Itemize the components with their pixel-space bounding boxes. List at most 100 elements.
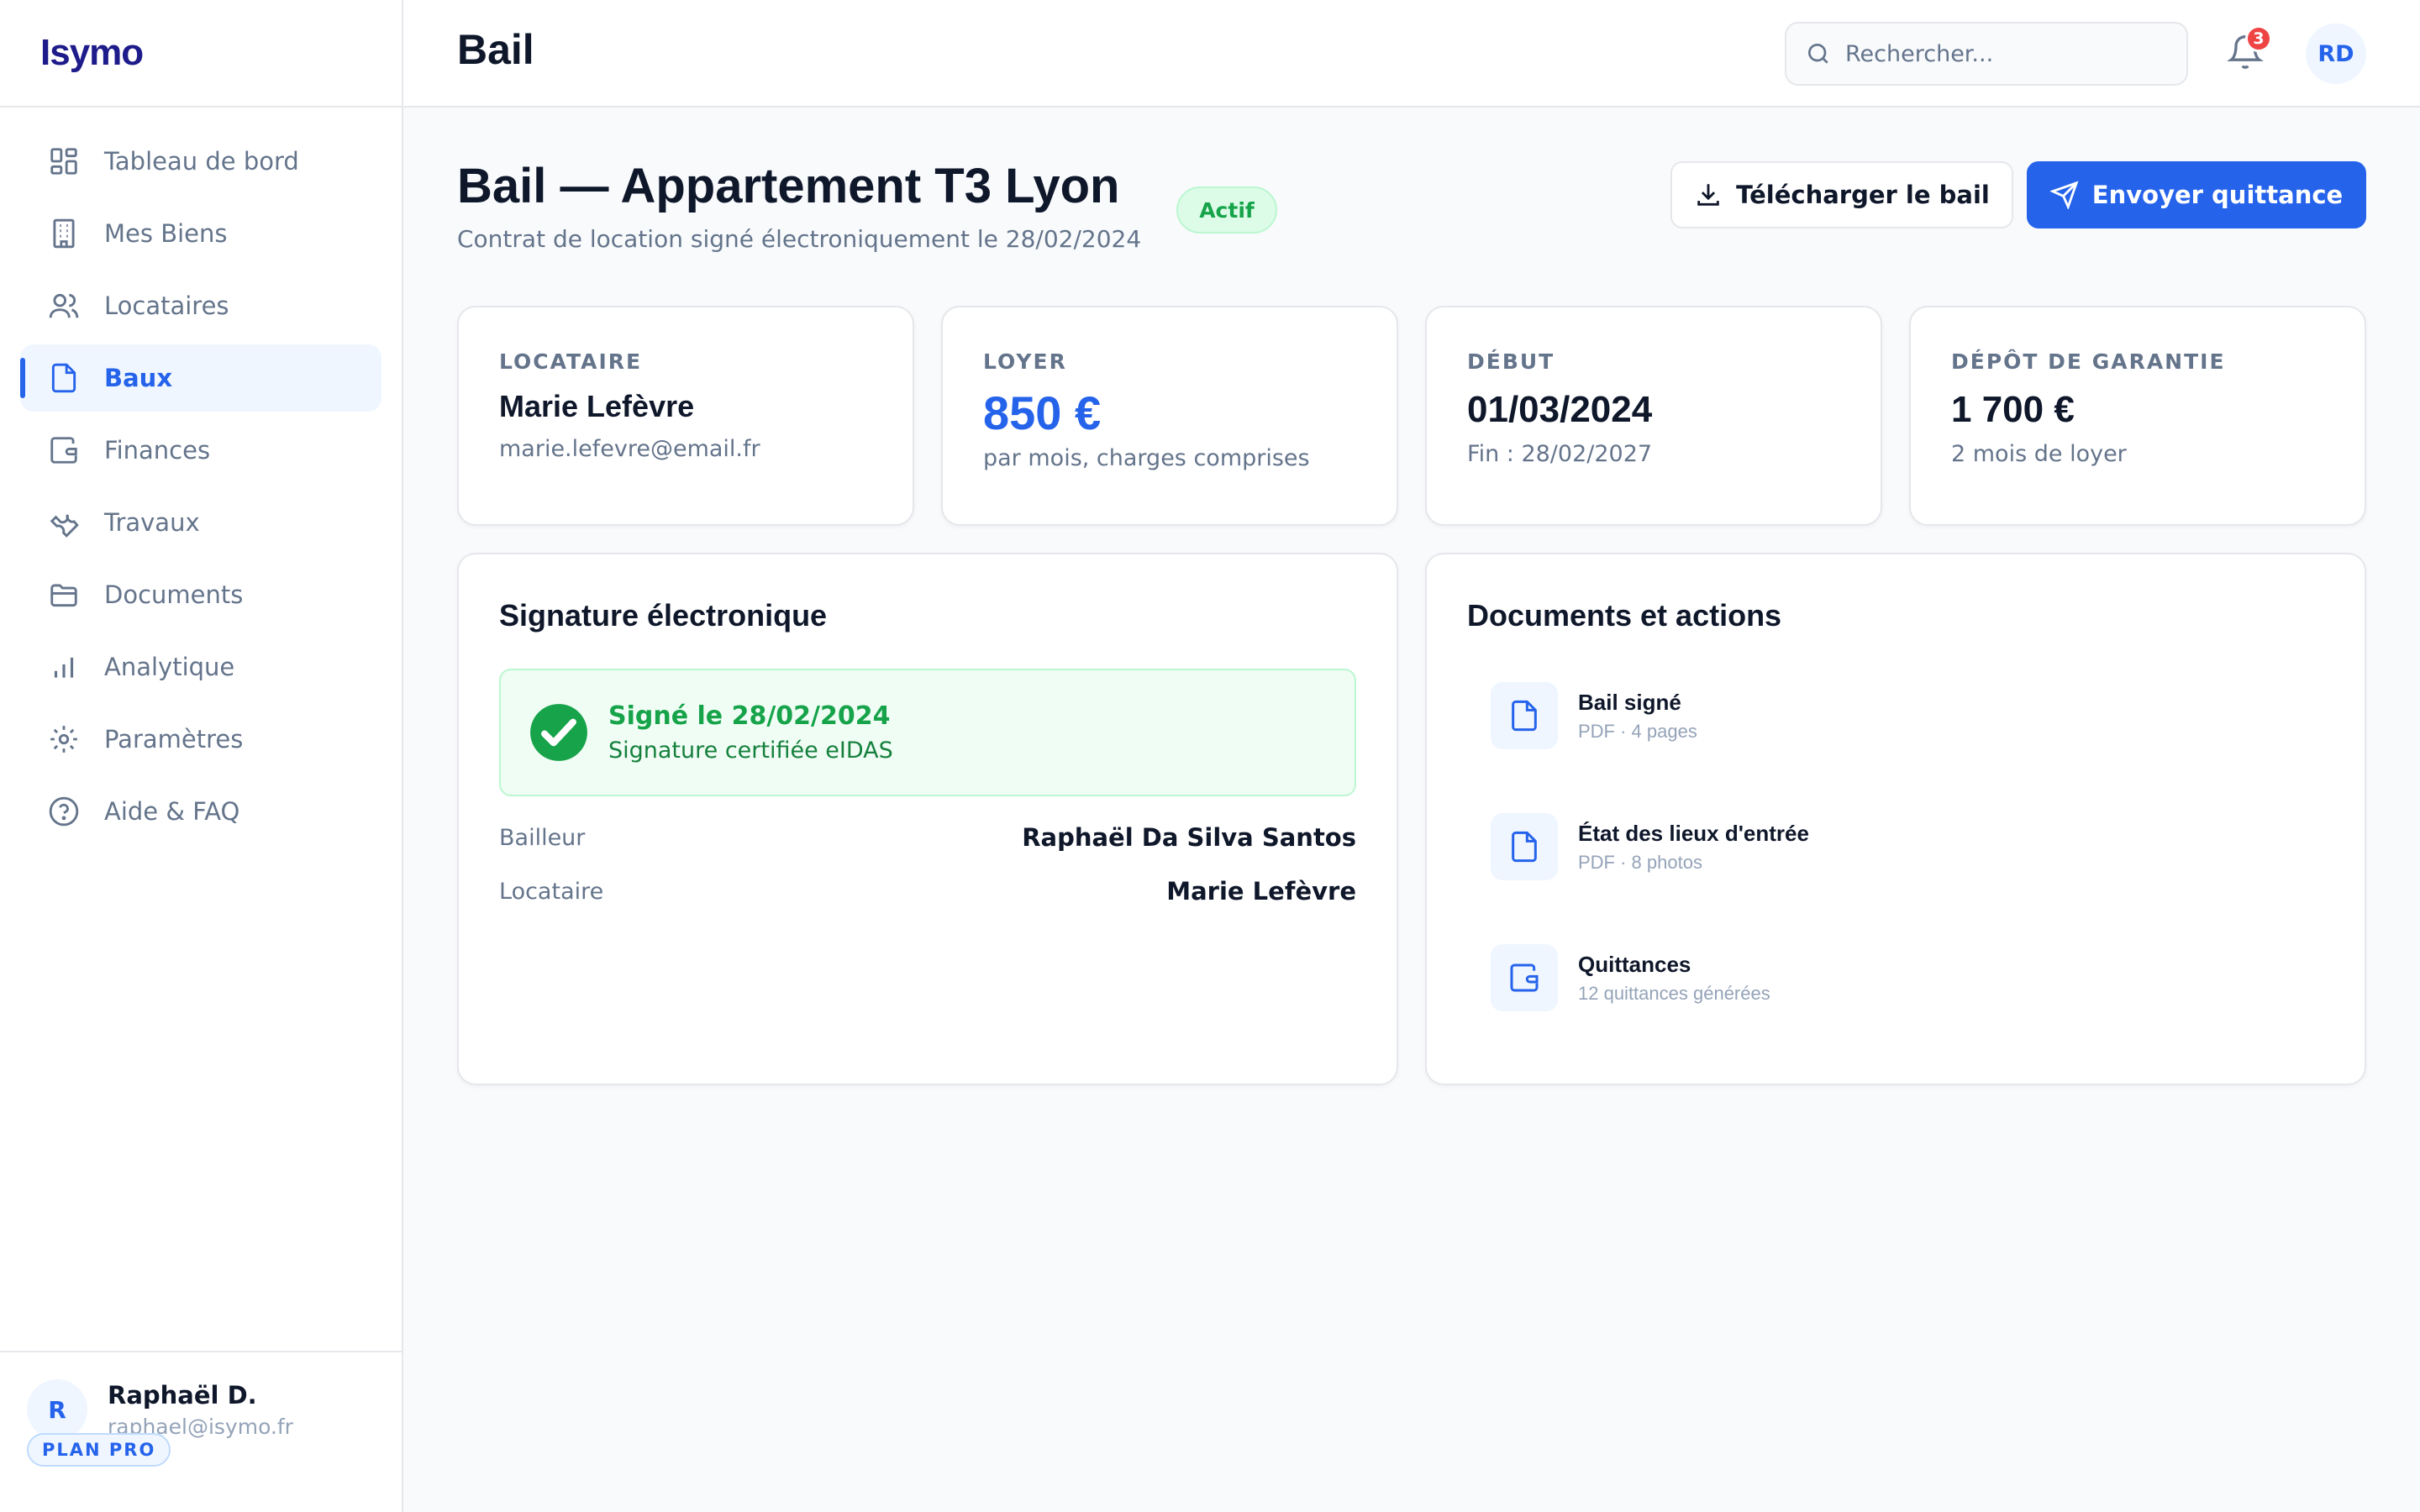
document-meta: 12 quittances générées (1578, 982, 1770, 1004)
sidebar-item-label: Travaux (104, 508, 200, 537)
document-name: Bail signé (1578, 689, 1681, 715)
party-value: Raphaël Da Silva Santos (1022, 823, 1356, 852)
stat-label: DÉPÔT DE GARANTIE (1951, 349, 2226, 374)
avatar: R (27, 1379, 87, 1440)
document-meta: PDF · 4 pages (1578, 720, 1697, 742)
gear-icon (47, 722, 81, 756)
sidebar-item-finances[interactable]: Finances (20, 417, 381, 484)
file-icon (47, 361, 81, 395)
panel-title: Signature électronique (499, 598, 828, 633)
document-name: État des lieux d'entrée (1578, 820, 1809, 846)
notification-count-badge: 3 (2245, 25, 2272, 52)
sidebar-item-label: Finances (104, 436, 211, 465)
topbar: Bail 3 RD (403, 0, 2420, 108)
sidebar-item-tableau-de-bord[interactable]: Tableau de bord (20, 128, 381, 195)
avatar[interactable]: RD (2306, 24, 2366, 84)
signature-status-text: Signé le 28/02/2024 Signature certifiée … (608, 701, 893, 764)
sidebar-nav: Tableau de bord Mes Biens Locataires Bau… (0, 108, 402, 845)
sidebar-item-baux[interactable]: Baux (20, 344, 381, 412)
sidebar-item-parametres[interactable]: Paramètres (20, 706, 381, 773)
document-text: État des lieux d'entrée PDF · 8 photos (1578, 821, 1809, 874)
sidebar-item-aide-faq[interactable]: Aide & FAQ (20, 778, 381, 845)
document-list: Bail signé PDF · 4 pages État des lieux … (1467, 664, 2324, 1030)
sidebar-item-label: Tableau de bord (104, 147, 299, 176)
deposit-value: 1 700 € (1951, 389, 2075, 430)
sidebar-item-label: Baux (104, 364, 173, 392)
signature-panel: Signature électronique Signé le 28/02/20… (457, 553, 1398, 1085)
app-root: Isymo Tableau de bord Mes Biens Locatair… (0, 0, 2420, 1512)
sidebar-item-label: Locataires (104, 291, 229, 320)
plan-badge: PLAN PRO (27, 1433, 171, 1467)
send-receipt-label: Envoyer quittance (2091, 181, 2344, 209)
end-date-sub: Fin : 28/02/2027 (1467, 441, 1653, 467)
user-name: Raphaël D. (108, 1380, 257, 1410)
document-name: Quittances (1578, 951, 1691, 977)
lease-subtitle: Contrat de location signé électroniqueme… (457, 225, 1142, 253)
document-meta: PDF · 8 photos (1578, 851, 1702, 873)
list-item[interactable]: Bail signé PDF · 4 pages (1491, 664, 2324, 768)
party-value: Marie Lefèvre (1166, 877, 1356, 906)
sidebar-item-locataires[interactable]: Locataires (20, 272, 381, 339)
wallet-icon (47, 433, 81, 467)
bar-chart-icon (47, 650, 81, 684)
sidebar-item-label: Analytique (104, 653, 235, 681)
party-label: Bailleur (499, 824, 586, 851)
sidebar-item-travaux[interactable]: Travaux (20, 489, 381, 556)
tenant-email: marie.lefevre@email.fr (499, 436, 760, 462)
folder-icon (47, 578, 81, 612)
sidebar-item-label: Aide & FAQ (104, 797, 240, 826)
tenant-card: LOCATAIRE Marie Lefèvre marie.lefevre@em… (457, 306, 914, 526)
panel-title: Documents et actions (1467, 598, 1782, 633)
sidebar-item-analytique[interactable]: Analytique (20, 633, 381, 701)
check-circle-icon (530, 704, 587, 761)
start-date-value: 01/03/2024 (1467, 389, 1653, 430)
sidebar: Isymo Tableau de bord Mes Biens Locatair… (0, 0, 403, 1512)
sidebar-item-label: Paramètres (104, 725, 244, 753)
send-receipt-button[interactable]: Envoyer quittance (2027, 161, 2366, 228)
stat-label: DÉBUT (1467, 349, 1555, 374)
rent-value: 850 € (983, 386, 1102, 439)
sidebar-item-documents[interactable]: Documents (20, 561, 381, 628)
stat-label: LOYER (983, 349, 1067, 374)
signature-status: Signé le 28/02/2024 Signature certifiée … (499, 669, 1356, 796)
tenant-name: Marie Lefèvre (499, 389, 695, 423)
download-lease-label: Télécharger le bail (1736, 181, 1990, 209)
users-icon (47, 289, 81, 323)
signature-certification: Signature certifiée eIDAS (608, 738, 893, 764)
search-input[interactable] (1845, 40, 2165, 67)
download-icon (1697, 184, 1719, 206)
wallet-icon (1491, 944, 1558, 1011)
help-icon (47, 795, 81, 828)
user-profile[interactable]: R Raphaël D. raphael@isymo.fr PLAN PRO (0, 1351, 402, 1512)
file-icon (1491, 813, 1558, 880)
document-text: Quittances 12 quittances générées (1578, 952, 1770, 1005)
wrench-icon (47, 506, 81, 539)
rent-sub: par mois, charges comprises (983, 445, 1310, 471)
brand-area: Isymo (0, 0, 402, 108)
main-content: Bail — Appartement T3 Lyon Contrat de lo… (403, 108, 2420, 1512)
send-icon (2049, 181, 2079, 209)
download-lease-button[interactable]: Télécharger le bail (1670, 161, 2013, 228)
lease-title: Bail — Appartement T3 Lyon (457, 159, 1120, 213)
user-row: R Raphaël D. raphael@isymo.fr (27, 1379, 375, 1440)
list-item[interactable]: Quittances 12 quittances générées (1491, 926, 2324, 1030)
stat-label: LOCATAIRE (499, 349, 643, 374)
page-title: Bail (457, 26, 534, 73)
search-icon (1808, 44, 1828, 64)
list-item[interactable]: État des lieux d'entrée PDF · 8 photos (1491, 795, 2324, 899)
start-date-card: DÉBUT 01/03/2024 Fin : 28/02/2027 (1425, 306, 1882, 526)
deposit-sub: 2 mois de loyer (1951, 441, 2127, 467)
search-box[interactable] (1785, 22, 2188, 86)
signature-date: Signé le 28/02/2024 (608, 701, 891, 731)
deposit-card: DÉPÔT DE GARANTIE 1 700 € 2 mois de loye… (1909, 306, 2366, 526)
sidebar-item-mes-biens[interactable]: Mes Biens (20, 200, 381, 267)
user-info: Raphaël D. raphael@isymo.fr (108, 1381, 293, 1439)
party-label: Locataire (499, 878, 604, 905)
sidebar-item-label: Documents (104, 580, 244, 609)
documents-panel: Documents et actions Bail signé PDF · 4 … (1425, 553, 2366, 1085)
sidebar-item-label: Mes Biens (104, 219, 228, 248)
grid-icon (47, 144, 81, 178)
party-row-landlord: Bailleur Raphaël Da Silva Santos (499, 823, 1356, 852)
brand-logo[interactable]: Isymo (40, 32, 144, 74)
rent-card: LOYER 850 € par mois, charges comprises (941, 306, 1398, 526)
